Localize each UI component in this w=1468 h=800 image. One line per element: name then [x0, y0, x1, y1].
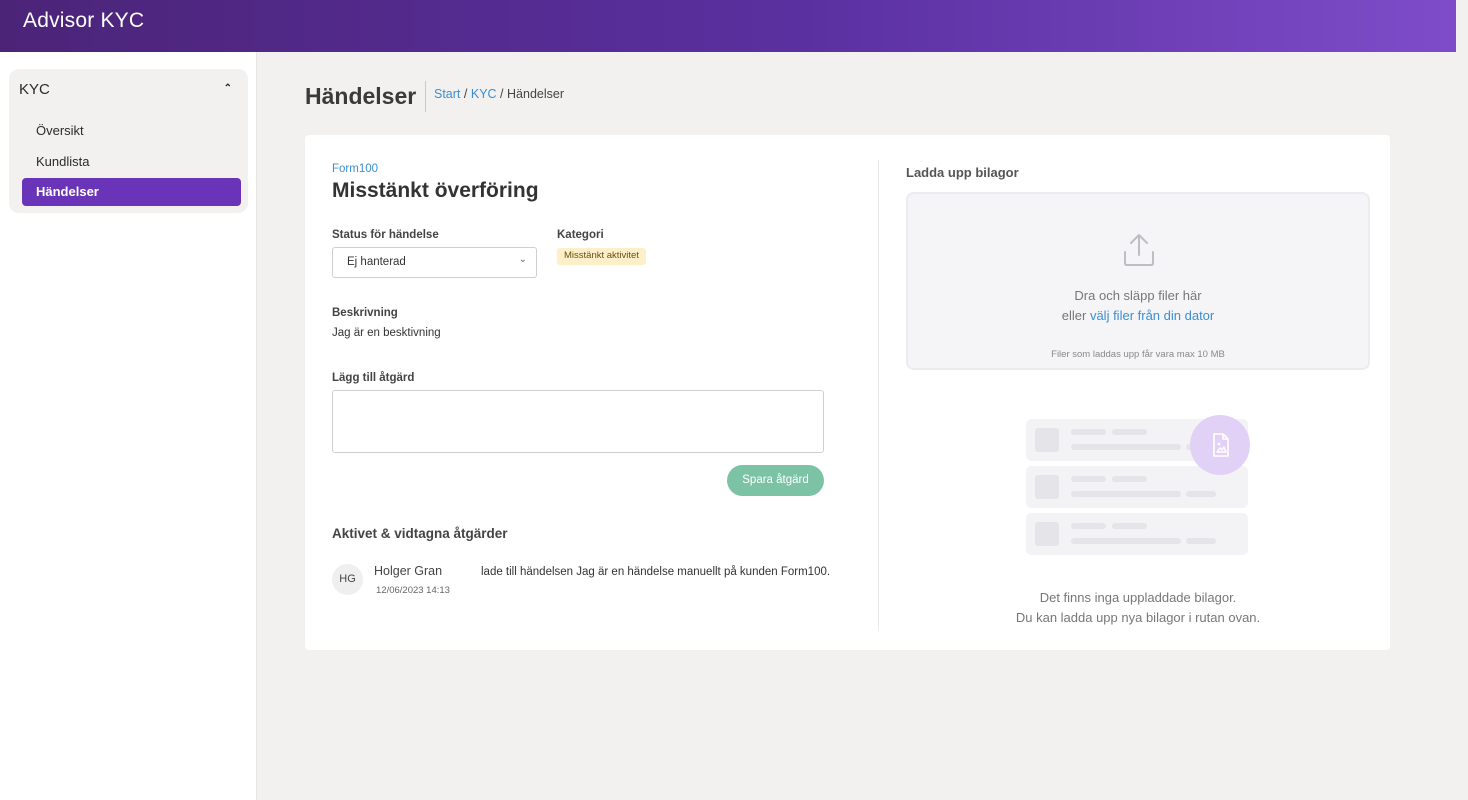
chevron-down-icon: ⌄	[518, 254, 527, 265]
status-select[interactable]: Ej hanterad ⌄	[332, 247, 537, 278]
status-select-value: Ej hanterad	[347, 256, 406, 268]
activity-author: Holger Gran	[374, 564, 443, 578]
sidebar-item-handelser[interactable]: Händelser	[22, 178, 241, 206]
dropzone-text: Dra och släpp filer här	[1074, 288, 1202, 303]
sidebar: KYC ⌃ Översikt Kundlista Händelser	[0, 52, 257, 800]
dropzone-or: eller	[1061, 308, 1087, 323]
upload-icon	[1124, 234, 1154, 266]
event-customer-link[interactable]: Form100	[332, 163, 378, 175]
category-badge: Misstänkt aktivitet	[557, 248, 646, 265]
description-text: Jag är en besktivning	[332, 327, 441, 339]
main-content: Händelser Start / KYC / Händelser Form10…	[258, 52, 1456, 800]
event-details: Form100 Misstänkt överföring Status för …	[332, 161, 852, 631]
sidebar-section-kyc: KYC ⌃ Översikt Kundlista Händelser	[9, 69, 248, 213]
file-image-icon	[1190, 415, 1250, 475]
breadcrumb: Start / KYC / Händelser	[434, 87, 564, 101]
add-action-textarea[interactable]	[332, 390, 824, 453]
sidebar-item-kundlista[interactable]: Kundlista	[22, 148, 241, 176]
upload-limit-note: Filer som laddas upp får vara max 10 MB	[1051, 349, 1225, 360]
upload-title: Ladda upp bilagor	[906, 165, 1019, 180]
activity-text: lade till händelsen Jag är en händelse m…	[481, 566, 831, 578]
status-label: Status för händelse	[332, 229, 439, 241]
empty-attachments-illustration	[1026, 415, 1252, 569]
title-divider	[425, 81, 426, 112]
app-title: Advisor KYC	[23, 9, 145, 32]
attachments-panel: Ladda upp bilagor Dra och släpp filer hä…	[906, 161, 1370, 631]
empty-attachments-hint: Du kan ladda upp nya bilagor i rutan ova…	[1015, 610, 1261, 625]
event-card: Form100 Misstänkt överföring Status för …	[305, 135, 1390, 650]
avatar: HG	[332, 564, 363, 595]
choose-files-link[interactable]: välj filer från din dator	[1090, 308, 1214, 323]
breadcrumb-separator: /	[463, 87, 468, 101]
chevron-up-icon: ⌃	[223, 83, 232, 94]
add-action-label: Lägg till åtgärd	[332, 372, 415, 384]
empty-attachments-text: Det finns inga uppladdade bilagor.	[1039, 590, 1237, 605]
sidebar-section-toggle[interactable]: KYC ⌃	[19, 81, 238, 103]
category-label: Kategori	[557, 229, 604, 241]
dropzone-subtext: eller välj filer från din dator	[908, 308, 1368, 323]
placeholder-row	[1026, 513, 1248, 555]
sidebar-section-label: KYC	[19, 81, 50, 98]
breadcrumb-start[interactable]: Start	[434, 87, 460, 101]
column-divider	[878, 160, 879, 630]
activity-timestamp: 12/06/2023 14:13	[376, 585, 450, 596]
save-action-button[interactable]: Spara åtgärd	[727, 465, 824, 496]
breadcrumb-kyc[interactable]: KYC	[471, 87, 497, 101]
event-title: Misstänkt överföring	[332, 179, 539, 202]
top-bar: Advisor KYC	[0, 0, 1456, 52]
breadcrumb-separator: /	[500, 87, 504, 101]
upload-dropzone[interactable]: Dra och släpp filer här eller välj filer…	[906, 192, 1370, 370]
breadcrumb-current: Händelser	[507, 87, 564, 101]
page-title: Händelser	[305, 83, 417, 109]
description-label: Beskrivning	[332, 307, 398, 319]
sidebar-item-oversikt[interactable]: Översikt	[22, 117, 241, 145]
activity-title: Aktivet & vidtagna åtgärder	[332, 526, 508, 541]
